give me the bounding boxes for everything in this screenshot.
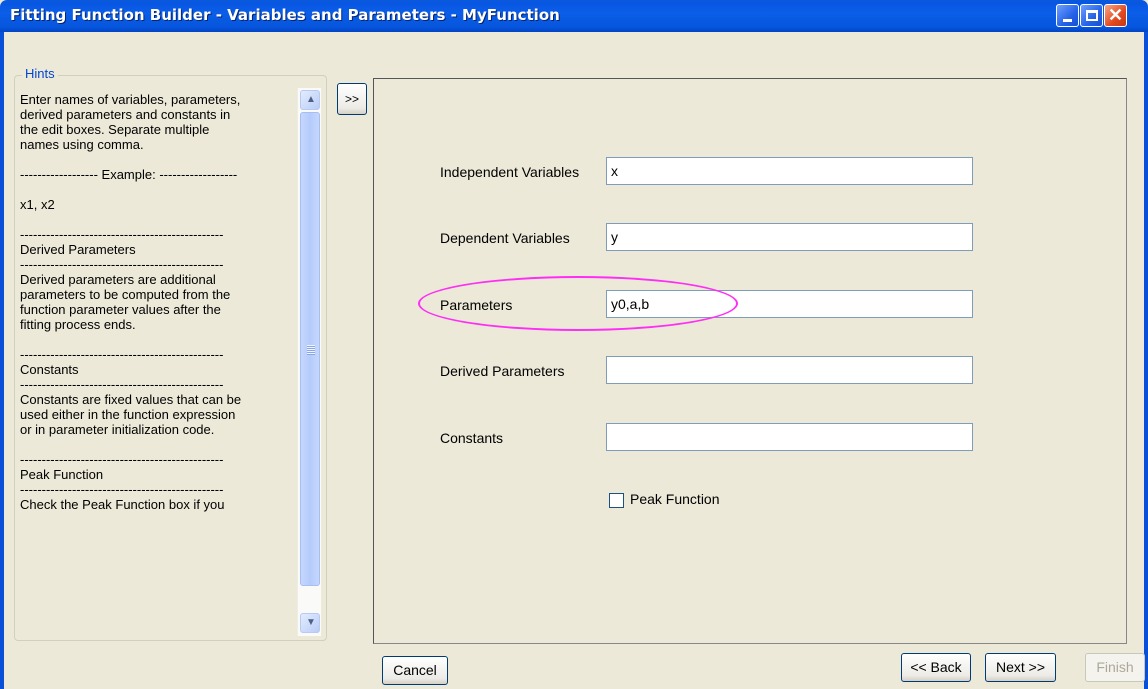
hint-line: derived parameters and constants in <box>20 107 231 122</box>
peak-function-checkbox[interactable] <box>609 493 624 508</box>
maximize-button[interactable] <box>1080 4 1103 27</box>
hint-line <box>20 152 295 167</box>
hint-line: x1, x2 <box>20 197 55 212</box>
dependent-variables-input[interactable] <box>606 223 973 251</box>
hint-line: ----------------------------------------… <box>20 257 224 272</box>
grip-icon <box>307 345 315 355</box>
hint-line: Derived Parameters <box>20 242 136 257</box>
finish-button: Finish <box>1085 653 1145 682</box>
highlight-ellipse <box>418 276 738 331</box>
derived-parameters-label: Derived Parameters <box>440 363 565 379</box>
peak-function-label[interactable]: Peak Function <box>630 491 720 507</box>
toggle-hints-button[interactable]: >> <box>337 83 367 115</box>
dialog-window: Fitting Function Builder - Variables and… <box>0 0 1148 689</box>
hint-line: function parameter values after the <box>20 302 221 317</box>
cancel-button[interactable]: Cancel <box>382 656 448 685</box>
next-button[interactable]: Next >> <box>985 653 1056 682</box>
hint-line: Constants <box>20 362 79 377</box>
hint-line: ----------------------------------------… <box>20 377 224 392</box>
hint-line: ----------------------------------------… <box>20 452 224 467</box>
hints-scrollbar[interactable]: ▲ ▼ <box>297 88 321 636</box>
hint-line: fitting process ends. <box>20 317 136 332</box>
scroll-up-button[interactable]: ▲ <box>300 90 320 110</box>
close-button[interactable]: ✕ <box>1104 4 1127 27</box>
window-frame-left <box>0 32 4 689</box>
constants-input[interactable] <box>606 423 973 451</box>
back-button[interactable]: << Back <box>901 653 971 682</box>
hints-text: Enter names of variables, parameters, der… <box>20 92 295 512</box>
scroll-down-button[interactable]: ▼ <box>300 613 320 633</box>
hint-line: Constants are fixed values that can be <box>20 392 242 407</box>
close-icon: ✕ <box>1107 5 1124 25</box>
hint-line: parameters to be computed from the <box>20 287 231 302</box>
hint-line: the edit boxes. Separate multiple <box>20 122 210 137</box>
hint-line: Derived parameters are additional <box>20 272 216 287</box>
hint-line: names using comma. <box>20 137 144 152</box>
hint-line: Peak Function <box>20 467 104 482</box>
hint-line <box>20 437 295 452</box>
hint-line: ----------------------------------------… <box>20 347 224 362</box>
hint-line <box>20 182 295 197</box>
hint-line: used either in the function expression <box>20 407 236 422</box>
chevron-up-icon: ▲ <box>306 94 316 105</box>
independent-variables-label: Independent Variables <box>440 164 580 180</box>
title-bar[interactable]: Fitting Function Builder - Variables and… <box>0 0 1148 32</box>
independent-variables-input[interactable] <box>606 157 973 185</box>
window-title: Fitting Function Builder - Variables and… <box>10 6 560 24</box>
window-frame-right <box>1144 32 1148 689</box>
minimize-button[interactable] <box>1056 4 1079 27</box>
constants-label: Constants <box>440 430 504 446</box>
hint-line <box>20 332 295 347</box>
dependent-variables-label: Dependent Variables <box>440 230 570 246</box>
hint-line <box>20 212 295 227</box>
hint-line: ------------------ Example: ------------… <box>20 167 238 182</box>
hints-legend: Hints <box>22 66 58 81</box>
hint-line: Check the Peak Function box if you <box>20 497 225 512</box>
derived-parameters-input[interactable] <box>606 356 973 384</box>
hint-line: ----------------------------------------… <box>20 227 224 242</box>
scroll-thumb[interactable] <box>300 112 320 586</box>
minimize-icon <box>1063 19 1072 22</box>
hint-line: or in parameter initialization code. <box>20 422 215 437</box>
chevron-down-icon: ▼ <box>306 617 316 628</box>
hint-line: ----------------------------------------… <box>20 482 224 497</box>
hint-line: Enter names of variables, parameters, <box>20 92 241 107</box>
maximize-icon <box>1086 10 1098 21</box>
